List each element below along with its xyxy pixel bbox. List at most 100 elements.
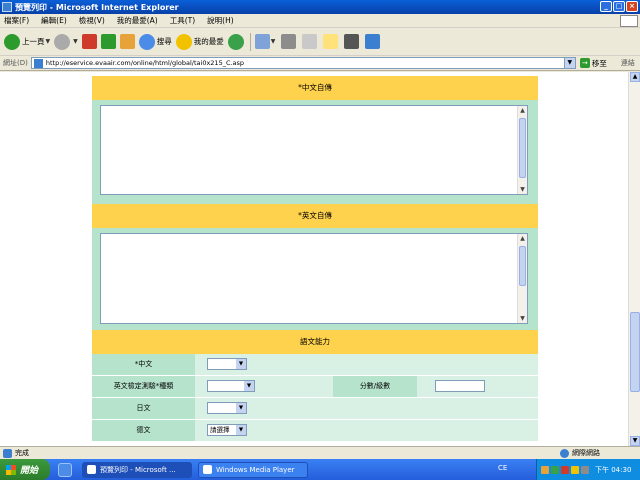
- task-label: Windows Media Player: [216, 465, 295, 474]
- security-zone: 網際網路: [560, 448, 600, 458]
- chinese-select[interactable]: ▼: [207, 358, 247, 370]
- page-scroll-thumb[interactable]: [630, 312, 640, 392]
- scroll-thumb[interactable]: [519, 246, 526, 286]
- task-media-player[interactable]: Windows Media Player: [198, 461, 308, 478]
- k-icon[interactable]: [344, 34, 360, 49]
- go-button[interactable]: → 移至: [579, 58, 607, 69]
- row-german: 德文 請選擇 ▼: [92, 420, 538, 441]
- german-value-cell: 請選擇 ▼: [195, 420, 538, 441]
- row-english-test: 英文檢定測驗*種類 ▼ 分數/級數: [92, 376, 538, 397]
- address-input[interactable]: http://eservice.evaair.com/online/html/g…: [30, 57, 576, 69]
- globe-icon: [560, 448, 569, 458]
- english-test-value-cell: ▼: [195, 376, 333, 397]
- english-bio-textarea[interactable]: ▲ ▼: [100, 233, 528, 324]
- search-label: 搜尋: [156, 37, 172, 46]
- chevron-down-icon: ▼: [236, 425, 246, 435]
- page-scrollbar[interactable]: ▲ ▼: [628, 72, 640, 446]
- ie-icon: [87, 465, 96, 474]
- chevron-down-icon: ▼: [236, 403, 246, 413]
- task-ie-preview[interactable]: 預覽列印 - Microsoft ...: [82, 461, 192, 478]
- close-button[interactable]: ×: [626, 1, 638, 12]
- scroll-up-icon[interactable]: ▲: [518, 234, 527, 243]
- score-input[interactable]: [435, 380, 485, 392]
- note-icon[interactable]: [323, 34, 339, 49]
- scroll-up-icon[interactable]: ▲: [630, 72, 640, 82]
- chinese-bio-textarea[interactable]: ▲ ▼: [100, 105, 528, 195]
- menu-tools[interactable]: 工具(T): [170, 15, 195, 26]
- english-bio-heading: *英文自傳: [92, 204, 538, 228]
- chevron-down-icon[interactable]: ▼: [563, 58, 575, 68]
- status-bar: 完成 網際網路: [0, 446, 640, 459]
- start-button[interactable]: 開始: [0, 459, 50, 480]
- page-viewport: *中文自傳 ▲ ▼ *英文自傳 ▲ ▼ 語文能力 *中文 ▼ 英文檢定測驗*種類…: [0, 72, 628, 446]
- score-label: 分數/級數: [333, 376, 417, 397]
- scroll-down-icon[interactable]: ▼: [518, 314, 527, 323]
- mail-icon[interactable]: [254, 34, 270, 49]
- messenger-icon[interactable]: [365, 34, 381, 49]
- chevron-down-icon[interactable]: ▼: [271, 38, 276, 45]
- scroll-down-icon[interactable]: ▼: [518, 185, 527, 194]
- chevron-down-icon: ▼: [244, 381, 254, 391]
- chevron-down-icon[interactable]: ▼: [46, 38, 51, 45]
- windows-flag-icon: [6, 464, 16, 475]
- scroll-thumb[interactable]: [519, 118, 526, 178]
- maximize-button[interactable]: □: [613, 1, 625, 12]
- row-japanese: 日文 ▼: [92, 398, 538, 419]
- back-arrow-icon: [4, 33, 20, 50]
- forward-button[interactable]: ▼: [54, 33, 78, 50]
- back-button[interactable]: 上一頁 ▼: [4, 33, 51, 50]
- menu-view[interactable]: 檢視(V): [79, 15, 105, 26]
- home-icon[interactable]: [119, 34, 135, 49]
- scroll-down-icon[interactable]: ▼: [630, 436, 640, 446]
- search-button[interactable]: 搜尋: [138, 33, 172, 50]
- volume-icon[interactable]: [581, 465, 589, 474]
- task-label: 預覽列印 - Microsoft ...: [100, 465, 176, 474]
- textarea-scrollbar[interactable]: ▲ ▼: [517, 106, 527, 194]
- tray-icon[interactable]: [541, 465, 549, 474]
- menu-edit[interactable]: 編輯(E): [41, 15, 67, 26]
- system-tray: 下午 04:30: [536, 459, 640, 480]
- chevron-down-icon[interactable]: ▼: [73, 38, 78, 45]
- english-test-select[interactable]: ▼: [207, 380, 255, 392]
- menu-help[interactable]: 說明(H): [207, 15, 234, 26]
- print-icon[interactable]: [281, 34, 297, 49]
- tray-icon[interactable]: [551, 465, 559, 474]
- favorites-button[interactable]: 我的最愛: [175, 33, 224, 50]
- refresh-icon[interactable]: [100, 34, 116, 49]
- tray-icon[interactable]: [571, 465, 579, 474]
- menu-bar: 檔案(F) 編輯(E) 檢視(V) 我的最愛(A) 工具(T) 說明(H): [0, 14, 640, 28]
- forward-arrow-icon: [54, 33, 71, 50]
- chinese-bio-heading: *中文自傳: [92, 76, 538, 100]
- zone-text: 網際網路: [572, 449, 600, 457]
- japanese-value-cell: ▼: [195, 398, 538, 419]
- chinese-label: *中文: [92, 354, 195, 375]
- chevron-down-icon: ▼: [236, 359, 246, 369]
- minimize-button[interactable]: _: [600, 1, 612, 12]
- go-label: 移至: [591, 58, 607, 68]
- history-icon[interactable]: [227, 33, 244, 50]
- german-select-value: 請選擇: [210, 426, 230, 434]
- page-icon: [33, 58, 43, 68]
- textarea-scrollbar[interactable]: ▲ ▼: [517, 234, 527, 323]
- toolbar: 上一頁 ▼ ▼ 搜尋 我的最愛 ▼: [0, 28, 640, 56]
- menu-favorites[interactable]: 我的最愛(A): [117, 15, 158, 26]
- english-bio-panel: ▲ ▼: [92, 228, 538, 332]
- edit-icon[interactable]: [302, 34, 318, 49]
- address-bar: 網址(D) http://eservice.evaair.com/online/…: [0, 56, 640, 71]
- go-arrow-icon: →: [579, 58, 590, 68]
- english-test-label: 英文檢定測驗*種類: [92, 376, 195, 397]
- clock: 下午 04:30: [595, 465, 632, 474]
- address-url: http://eservice.evaair.com/online/html/g…: [45, 59, 245, 67]
- scroll-up-icon[interactable]: ▲: [518, 106, 527, 115]
- japanese-select[interactable]: ▼: [207, 402, 247, 414]
- tray-icon[interactable]: [561, 465, 569, 474]
- language-indicator[interactable]: CE: [498, 464, 507, 472]
- title-bar: 預覽列印 - Microsoft Internet Explorer _ □ ×: [0, 0, 640, 14]
- search-icon: [138, 33, 155, 50]
- german-select[interactable]: 請選擇 ▼: [207, 424, 247, 436]
- links-button[interactable]: 連結: [621, 58, 635, 68]
- toolbar-divider: [249, 32, 251, 51]
- quick-launch-media-icon[interactable]: [58, 462, 72, 477]
- stop-icon[interactable]: [81, 34, 97, 49]
- menu-file[interactable]: 檔案(F): [4, 15, 29, 26]
